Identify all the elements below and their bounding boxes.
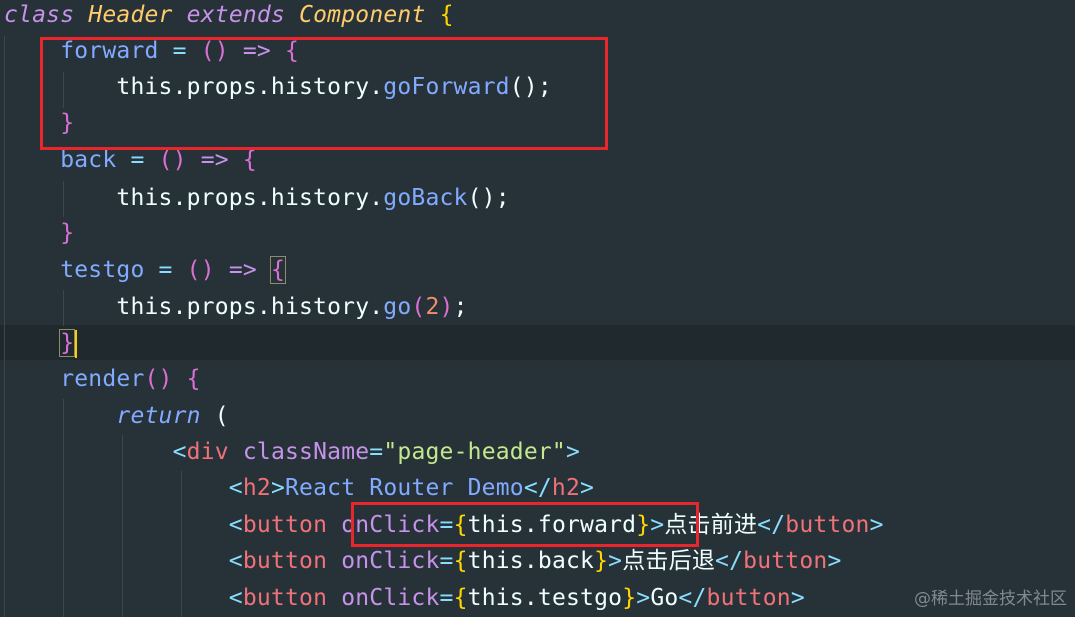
handler-this-back: this.back <box>467 548 595 574</box>
attr-onclick: onClick <box>341 548 440 574</box>
tag-button: button <box>242 512 328 538</box>
code-line-class-declaration[interactable]: class Header extends Component { <box>4 0 454 33</box>
call-go: go <box>383 294 412 320</box>
button-label-go: Go <box>650 585 679 611</box>
method-name-render: render <box>60 366 145 392</box>
tag-h2: h2 <box>242 475 271 501</box>
tag-bracket: > <box>790 585 805 611</box>
h2-text: React Router Demo <box>285 475 524 501</box>
open-brace: { <box>186 366 201 392</box>
keyword-class: class <box>4 2 75 28</box>
keyword-return: return <box>116 403 201 429</box>
code-line-button-back[interactable]: <button onClick={this.back}>点击后退</button… <box>4 543 842 579</box>
close-paren: ) <box>439 294 454 320</box>
this-props-history: this.props.history. <box>116 294 384 320</box>
string-page-header: "page-header" <box>383 439 566 465</box>
tag-bracket: > <box>636 585 651 611</box>
tag-button: button <box>706 585 791 611</box>
class-name: Header <box>88 2 173 28</box>
code-line-div-open[interactable]: <div className="page-header"> <box>4 434 580 470</box>
annotation-box-forward-method <box>40 37 608 150</box>
this-props-history: this.props.history. <box>116 185 384 211</box>
attr-onclick: onClick <box>341 585 440 611</box>
keyword-extends: extends <box>186 2 286 28</box>
equals: = <box>369 439 384 465</box>
code-line-testgo-close[interactable]: } <box>4 325 78 361</box>
open-paren: ( <box>214 403 229 429</box>
tag-div: div <box>186 439 229 465</box>
call-parens: (); <box>467 185 510 211</box>
jsx-open-brace: { <box>453 585 468 611</box>
tag-bracket: < <box>228 585 243 611</box>
tag-bracket: < <box>228 475 243 501</box>
tag-bracket: < <box>228 512 243 538</box>
code-line-back-close[interactable]: } <box>4 215 74 251</box>
code-line-h2[interactable]: <h2>React Router Demo</h2> <box>4 470 594 506</box>
tag-bracket: > <box>869 512 884 538</box>
go-argument: 2 <box>425 294 440 320</box>
tag-h2: h2 <box>551 475 581 501</box>
call-go-back: goBack <box>383 185 468 211</box>
jsx-close-brace: } <box>622 585 637 611</box>
parens: () <box>186 257 215 283</box>
tag-bracket: > <box>565 439 581 465</box>
assign-op: = <box>116 147 159 173</box>
code-line-return[interactable]: return ( <box>4 398 229 434</box>
code-line-render-def[interactable]: render() { <box>4 361 201 397</box>
tag-button: button <box>785 512 870 538</box>
tag-bracket: > <box>827 548 842 574</box>
tag-bracket: > <box>270 475 285 501</box>
handler-this-testgo: this.testgo <box>467 585 623 611</box>
parent-class-name: Component <box>299 2 426 28</box>
open-brace-matched: { <box>269 256 287 284</box>
close-brace-matched: } <box>59 329 76 357</box>
code-line-back-body[interactable]: this.props.history.goBack(); <box>4 180 510 216</box>
parens: () <box>144 366 173 392</box>
tag-bracket: > <box>608 548 623 574</box>
tag-bracket: </ <box>715 548 744 574</box>
code-line-button-go[interactable]: <button onClick={this.testgo}>Go</button… <box>4 580 805 616</box>
tag-button: button <box>242 585 328 611</box>
open-paren: ( <box>411 294 426 320</box>
parens: () <box>158 147 187 173</box>
current-line-highlight <box>0 325 1075 360</box>
tag-bracket: </ <box>678 585 707 611</box>
code-editor[interactable]: class Header extends Component { forward… <box>0 0 1075 617</box>
method-name-testgo: testgo <box>60 257 145 283</box>
open-brace: { <box>242 147 257 173</box>
watermark: @稀土掘金技术社区 <box>914 589 1067 609</box>
equals: = <box>439 548 454 574</box>
tag-button: button <box>242 548 328 574</box>
code-line-testgo-body[interactable]: this.props.history.go(2); <box>4 289 468 325</box>
tag-bracket: < <box>228 548 243 574</box>
semicolon: ; <box>453 294 468 320</box>
open-brace: { <box>439 2 454 28</box>
tag-bracket: < <box>172 439 187 465</box>
code-line-testgo-def[interactable]: testgo = () => { <box>4 252 287 288</box>
jsx-close-brace: } <box>594 548 609 574</box>
arrow-op: => <box>214 257 271 283</box>
close-brace: } <box>60 220 75 246</box>
jsx-open-brace: { <box>453 548 468 574</box>
equals: = <box>439 585 454 611</box>
arrow-op: => <box>186 147 243 173</box>
tag-bracket: > <box>580 475 595 501</box>
tag-bracket: </ <box>757 512 786 538</box>
text-cursor <box>75 329 78 358</box>
attr-classname: className <box>242 439 370 465</box>
tag-button: button <box>743 548 828 574</box>
button-label-back: 点击后退 <box>622 548 716 574</box>
annotation-box-onclick-forward <box>351 502 699 547</box>
method-name-back: back <box>60 147 117 173</box>
assign-op: = <box>144 257 187 283</box>
tag-bracket: </ <box>523 475 552 501</box>
